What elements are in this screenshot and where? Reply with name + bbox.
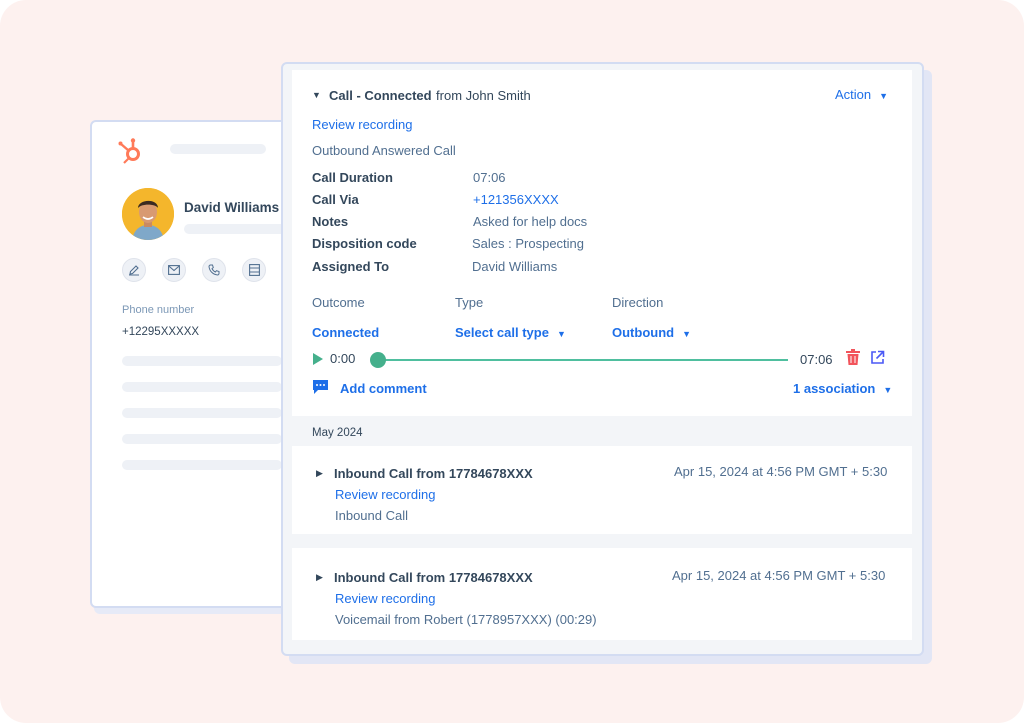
detail-label: Call Duration: [312, 170, 393, 185]
review-recording-link[interactable]: Review recording: [312, 117, 412, 132]
call-via-number-link[interactable]: +121356XXXX: [473, 192, 559, 207]
outcome-dropdown[interactable]: Connected: [312, 325, 379, 340]
detail-value: Asked for help docs: [473, 214, 588, 229]
person-icon: [122, 188, 174, 240]
review-recording-link[interactable]: Review recording: [335, 591, 435, 606]
add-comment-button[interactable]: Add comment: [340, 381, 427, 396]
association-label: 1 association: [793, 381, 876, 396]
player-progress-track[interactable]: [382, 359, 788, 361]
call-type-value: Select call type: [455, 325, 549, 340]
expand-caret-icon[interactable]: ▶: [316, 572, 323, 583]
edit-icon[interactable]: [122, 258, 146, 282]
calendar-icon[interactable]: [242, 258, 266, 282]
call-title: Call - Connected from John Smith: [329, 87, 531, 105]
outcome-label: Outcome: [312, 295, 365, 310]
placeholder-bar: [170, 144, 266, 154]
email-icon[interactable]: [162, 258, 186, 282]
review-recording-link[interactable]: Review recording: [335, 487, 435, 502]
trash-icon[interactable]: [846, 349, 860, 365]
call-title-status: Call - Connected: [329, 88, 432, 103]
player-scrubber-handle[interactable]: [370, 352, 386, 368]
player-total-time: 07:06: [800, 352, 833, 367]
call-log-subtitle: Inbound Call: [335, 508, 408, 523]
call-log-item[interactable]: ▶ Inbound Call from 17784678XXX Apr 15, …: [292, 446, 912, 534]
player-current-time: 0:00: [330, 351, 356, 366]
placeholder-bar: [122, 408, 282, 418]
detail-label: Disposition code: [312, 236, 417, 251]
direction-value: Outbound: [612, 325, 675, 340]
month-separator: May 2024: [312, 427, 363, 439]
placeholder-bar: [184, 224, 294, 234]
contact-card: David Williams Phone number +12295XXXXX: [90, 120, 300, 608]
chevron-down-icon: ▼: [682, 329, 692, 339]
call-subtitle: Outbound Answered Call: [312, 143, 456, 158]
chevron-down-icon: ▼: [883, 385, 893, 395]
call-log-title: Inbound Call from 17784678XXX: [334, 570, 533, 585]
call-log-title: Inbound Call from 17784678XXX: [334, 466, 533, 481]
detail-label: Call Via: [312, 192, 359, 207]
detail-value: David Williams: [472, 259, 558, 274]
type-label: Type: [455, 295, 484, 310]
call-log-timestamp: Apr 15, 2024 at 4:56 PM GMT + 5:30: [674, 464, 888, 479]
detail-value: Sales : Prospecting: [472, 236, 585, 251]
call-log-item[interactable]: ▶ Inbound Call from 17784678XXX Apr 15, …: [292, 548, 912, 640]
placeholder-bar: [122, 356, 282, 366]
detail-label: Notes: [312, 214, 349, 229]
direction-dropdown[interactable]: Outbound ▼: [612, 325, 691, 340]
placeholder-bar: [122, 434, 282, 444]
call-title-caller: from John Smith: [436, 88, 531, 103]
play-icon[interactable]: [312, 352, 324, 366]
phone-number-value: +12295XXXXX: [122, 326, 200, 338]
call-activity-panel: ▼ Call - Connected from John Smith Actio…: [281, 62, 924, 656]
expand-caret-icon[interactable]: ▶: [316, 468, 323, 479]
chevron-down-icon: ▼: [556, 329, 566, 339]
action-dropdown[interactable]: Action ▼: [835, 87, 888, 102]
direction-label: Direction: [612, 295, 664, 310]
phone-icon[interactable]: [202, 258, 226, 282]
contact-name: David Williams: [184, 200, 280, 215]
call-type-dropdown[interactable]: Select call type ▼: [455, 325, 566, 340]
detail-label: Assigned To: [312, 259, 390, 274]
detail-value: 07:06: [473, 170, 506, 185]
call-log-subtitle: Voicemail from Robert (1778957XXX) (00:2…: [335, 612, 597, 627]
placeholder-bar: [122, 460, 282, 470]
call-log-timestamp: Apr 15, 2024 at 4:56 PM GMT + 5:30: [672, 568, 886, 583]
comment-icon[interactable]: [312, 379, 329, 395]
avatar: [122, 188, 174, 240]
placeholder-bar: [122, 382, 282, 392]
action-label: Action: [835, 87, 872, 102]
collapse-caret-icon[interactable]: ▼: [312, 90, 321, 100]
phone-number-label: Phone number: [122, 304, 195, 316]
association-dropdown[interactable]: 1 association ▼: [793, 381, 892, 396]
chevron-down-icon: ▼: [879, 91, 889, 101]
call-detail-card: ▼ Call - Connected from John Smith Actio…: [292, 70, 912, 416]
hubspot-logo-icon: [118, 138, 140, 164]
external-link-icon[interactable]: [870, 350, 885, 365]
